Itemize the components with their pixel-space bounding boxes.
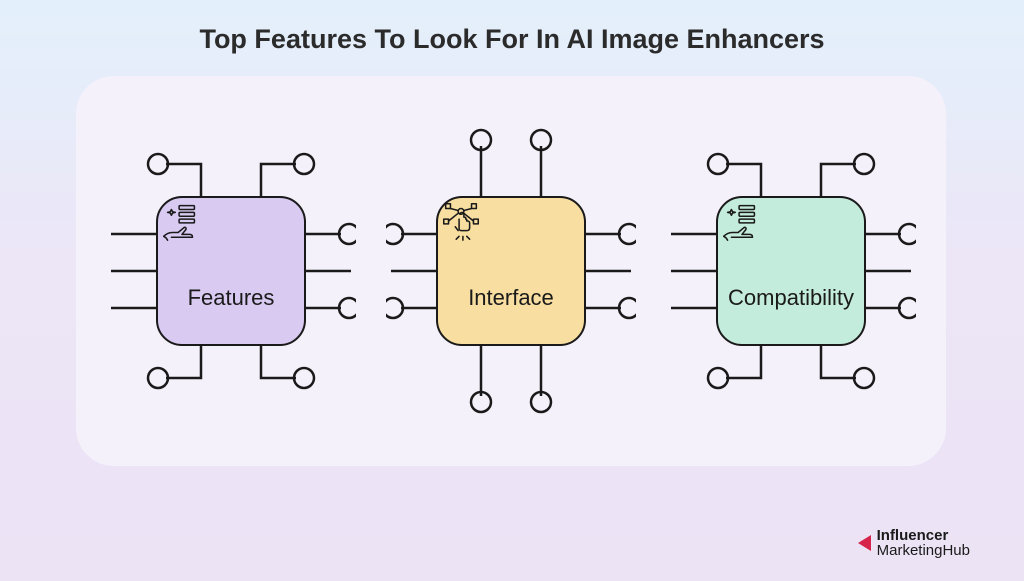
chip-core: Interface	[436, 196, 586, 346]
chip-row: Features	[76, 76, 946, 466]
chip-label: Interface	[468, 285, 554, 311]
chip-compatibility: Compatibility	[666, 116, 916, 426]
brand-text: Influencer MarketingHub	[877, 528, 970, 560]
page-title: Top Features To Look For In AI Image Enh…	[0, 0, 1024, 55]
chip-label: Compatibility	[728, 285, 854, 311]
brand-logo: Influencer MarketingHub	[858, 528, 970, 560]
brand-line2: MarketingHub	[877, 542, 970, 559]
brand-line1: Influencer	[877, 527, 949, 544]
chip-interface: Interface	[386, 116, 636, 426]
chip-features: Features	[106, 116, 356, 426]
chip-label: Features	[188, 285, 275, 311]
chip-core: Compatibility	[716, 196, 866, 346]
brand-triangle-icon	[858, 535, 871, 551]
chip-core: Features	[156, 196, 306, 346]
content-panel: Features	[76, 76, 946, 466]
